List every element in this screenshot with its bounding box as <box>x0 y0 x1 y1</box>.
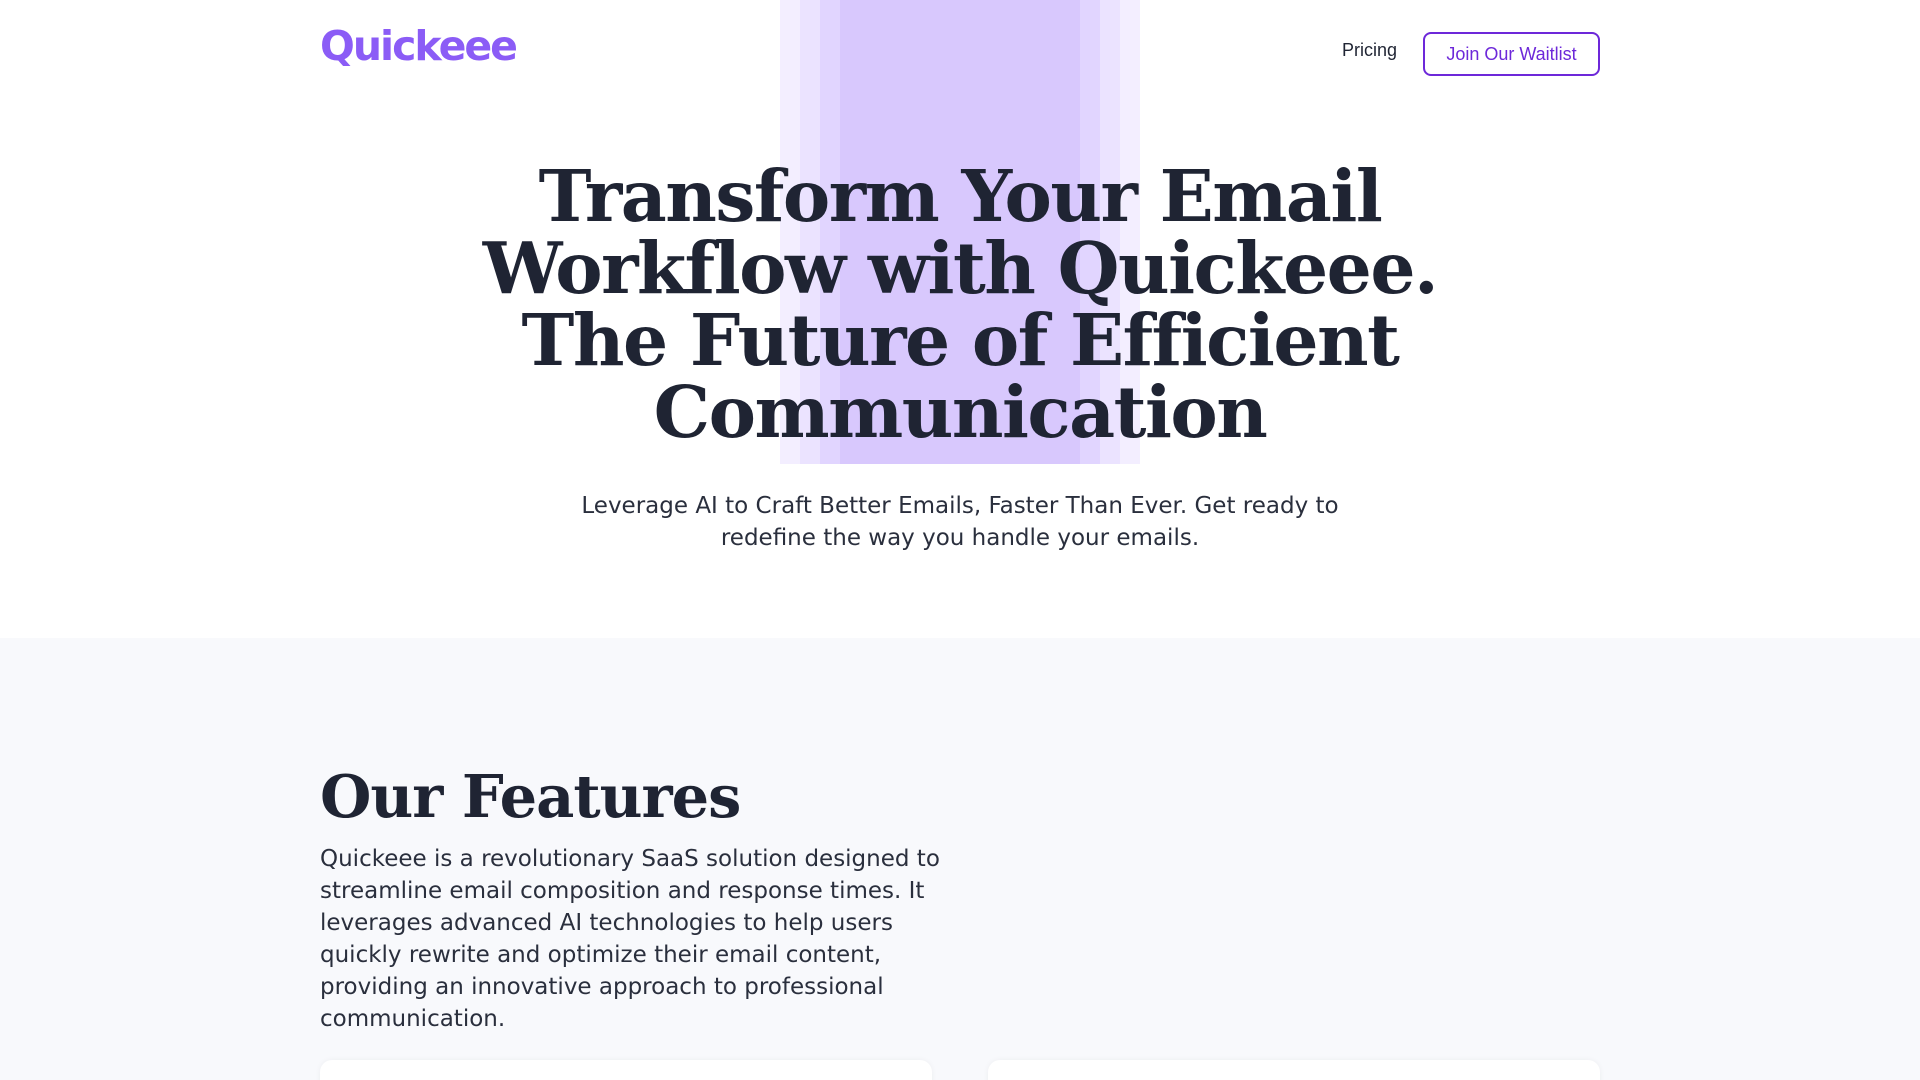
features-description: Quickeee is a revolutionary SaaS solutio… <box>320 846 940 1032</box>
hero-title-line: Communication <box>653 370 1268 454</box>
hero-title: Transform Your Email Workflow with Quick… <box>460 160 1460 448</box>
features-section: Our Features Quickeee is a revolutionary… <box>0 638 1920 1080</box>
nav-pricing-link[interactable]: Pricing <box>1342 40 1397 61</box>
feature-card <box>988 1060 1600 1080</box>
site-header: Quickeee Pricing Join Our Waitlist <box>0 0 1920 108</box>
features-title: Our Features <box>320 762 741 831</box>
join-waitlist-button[interactable]: Join Our Waitlist <box>1423 32 1600 76</box>
brand-logo[interactable]: Quickeee <box>320 22 518 70</box>
feature-card <box>320 1060 932 1080</box>
hero-subtitle: Leverage AI to Craft Better Emails, Fast… <box>581 493 1339 551</box>
